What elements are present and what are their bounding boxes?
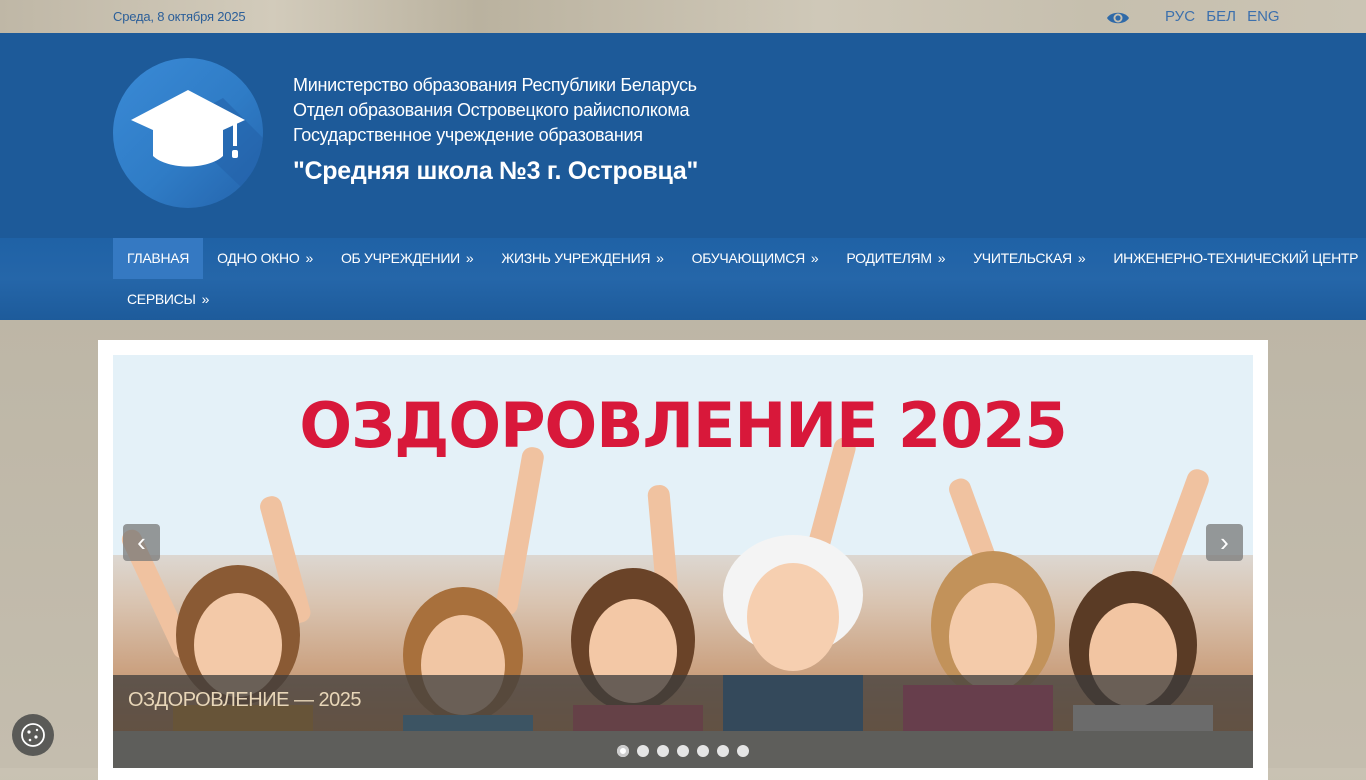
nav-item-2[interactable]: ОБ УЧРЕЖДЕНИИ » [327,238,487,279]
nav-item-label: ОДНО ОКНО [217,250,300,266]
nav-item-label: ГЛАВНАЯ [127,250,190,266]
header-text: Министерство образования Республики Бела… [293,73,698,186]
nav-item-label: ИНЖЕНЕРНО-ТЕХНИЧЕСКИЙ ЦЕНТР [1113,250,1359,266]
submenu-arrow-icon: » [465,250,474,266]
slider-dot-2[interactable] [657,745,669,757]
nav-item-0[interactable]: ГЛАВНАЯ [113,238,204,279]
institution-type-line: Государственное учреждение образования [293,125,643,145]
current-date: Среда, 8 октября 2025 [113,9,246,24]
nav-item-8[interactable]: СЕРВИСЫ » [113,279,223,320]
slider-dot-5[interactable] [717,745,729,757]
eye-icon[interactable] [1106,10,1130,26]
nav-item-1[interactable]: ОДНО ОКНО » [203,238,327,279]
slider-dot-4[interactable] [697,745,709,757]
language-switcher: РУС БЕЛ ENG [1165,8,1287,25]
submenu-arrow-icon: » [810,250,819,266]
nav-item-label: ЖИЗНЬ УЧРЕЖДЕНИЯ [501,250,651,266]
slider-next-button[interactable]: › [1206,524,1243,561]
site-header: Министерство образования Республики Бела… [0,33,1366,238]
content-area: ОЗДОРОВЛЕНИЕ 2025 ‹ › ОЗДОРОВЛЕНИЕ — 202… [98,340,1268,780]
submenu-arrow-icon: » [201,291,210,307]
main-navigation: ГЛАВНАЯ ОДНО ОКНО» ОБ УЧРЕЖДЕНИИ» ЖИЗНЬ УЧР… [0,238,1366,320]
cookie-icon [21,723,45,747]
nav-item-3[interactable]: ЖИЗНЬ УЧРЕЖДЕНИЯ » [487,238,677,279]
slider-dots [617,745,757,757]
nav-item-label: УЧИТЕЛЬСКАЯ [973,250,1072,266]
image-slider[interactable]: ОЗДОРОВЛЕНИЕ 2025 ‹ › ОЗДОРОВЛЕНИЕ — 202… [113,355,1253,768]
lang-en[interactable]: ENG [1247,8,1280,25]
lang-be[interactable]: БЕЛ [1206,8,1236,25]
nav-item-7[interactable]: ИНЖЕНЕРНО-ТЕХНИЧЕСКИЙ ЦЕНТР [1099,238,1366,279]
cookie-settings-button[interactable] [12,714,54,756]
nav-item-label: ОБУЧАЮЩИМСЯ [691,250,806,266]
submenu-arrow-icon: » [937,250,946,266]
nav-item-label: СЕРВИСЫ [127,291,196,307]
nav-item-6[interactable]: УЧИТЕЛЬСКАЯ » [959,238,1099,279]
school-name[interactable]: "Средняя школа №3 г. Островца" [293,157,698,186]
school-logo[interactable] [113,58,263,208]
slider-dot-0[interactable] [617,745,629,757]
department-line: Отдел образования Островецкого райисполк… [293,100,690,120]
slider-dot-1[interactable] [637,745,649,757]
submenu-arrow-icon: » [305,250,313,266]
slide-caption-text[interactable]: ОЗДОРОВЛЕНИЕ — 2025 [128,689,362,712]
top-bar: Среда, 8 октября 2025 РУС БЕЛ ENG [0,0,1366,33]
slide-banner-text: ОЗДОРОВЛЕНИЕ 2025 [299,389,1067,462]
submenu-arrow-icon: » [1077,250,1086,266]
ministry-line: Министерство образования Республики Бела… [293,75,697,95]
graduation-cap-icon [131,90,263,208]
lang-ru[interactable]: РУС [1165,8,1195,25]
nav-row-1: ГЛАВНАЯ ОДНО ОКНО» ОБ УЧРЕЖДЕНИИ» ЖИЗНЬ УЧР… [113,238,1366,279]
nav-item-5[interactable]: РОДИТЕЛЯМ » [832,238,959,279]
slide-caption: ОЗДОРОВЛЕНИЕ — 2025 [113,675,1253,731]
slider-prev-button[interactable]: ‹ [123,524,160,561]
slider-pagination [113,731,1253,768]
nav-item-label: ОБ УЧРЕЖДЕНИИ [340,250,460,266]
nav-row-2: СЕРВИСЫ » [113,279,223,320]
slider-dot-6[interactable] [737,745,749,757]
slider-dot-3[interactable] [677,745,689,757]
submenu-arrow-icon: » [656,250,664,266]
nav-item-label: РОДИТЕЛЯМ [846,250,932,266]
nav-item-4[interactable]: ОБУЧАЮЩИМСЯ» [678,238,833,279]
